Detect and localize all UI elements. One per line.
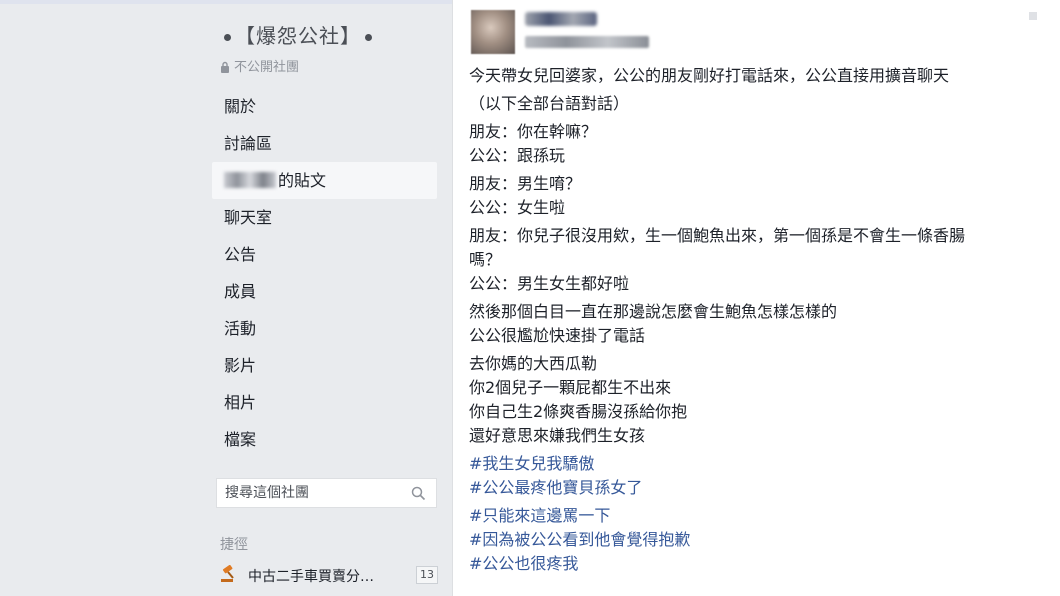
nav-label: 檔案 bbox=[224, 430, 257, 449]
nav-item-videos[interactable]: 影片 bbox=[212, 347, 437, 384]
post-card: 今天帶女兒回婆家，公公的朋友剛好打電話來，公公直接用擴音聊天 （以下全部台語對話）… bbox=[452, 0, 1060, 596]
group-search-box bbox=[216, 478, 437, 508]
nav-item-announcements[interactable]: 公告 bbox=[212, 236, 437, 273]
group-search-input[interactable] bbox=[225, 483, 405, 503]
nav-item-discussion[interactable]: 討論區 bbox=[212, 125, 437, 162]
bullet-dot bbox=[224, 34, 231, 41]
hashtag-link[interactable]: #只能來這邊罵一下 bbox=[469, 504, 1044, 528]
group-name-label: 【爆怨公社】 bbox=[235, 24, 361, 48]
nav-item-members[interactable]: 成員 bbox=[212, 273, 437, 310]
nav-item-about[interactable]: 關於 bbox=[212, 88, 437, 125]
notification-count-badge: 13 bbox=[416, 566, 438, 584]
post-text-line: 你自己生2條爽香腸沒孫給你抱 bbox=[469, 402, 688, 421]
group-nav: 關於 討論區 的貼文 聊天室 公告 成員 活動 影片 相片 檔案 bbox=[212, 88, 437, 458]
post-text-line: 公公很尷尬快速掛了電話 bbox=[469, 326, 646, 345]
nav-item-user-posts[interactable]: 的貼文 bbox=[212, 162, 437, 199]
hashtag-link[interactable]: #因為被公公看到他會覺得抱歉 bbox=[469, 528, 1044, 552]
nav-label: 關於 bbox=[224, 97, 257, 116]
shortcut-item[interactable]: 中古二手車買賣分… 13 bbox=[220, 562, 440, 588]
hashtag-group: #我生女兒我驕傲 #公公最疼他寶貝孫女了 bbox=[469, 452, 1044, 500]
post-text-line: 公公：女生啦 bbox=[469, 198, 566, 217]
author-avatar[interactable] bbox=[471, 10, 515, 54]
shortcut-label: 中古二手車買賣分… bbox=[248, 569, 374, 585]
post-paragraph: 朋友：你兒子很沒用欸，生一個鮑魚出來，第一個孫是不會生一條香腸 嗎？ 公公：男生女生… bbox=[469, 224, 1044, 296]
nav-item-chat[interactable]: 聊天室 bbox=[212, 199, 437, 236]
group-sidebar: 【爆怨公社】 不公開社團 關於 討論區 的貼文 聊天室 公告 成員 活動 影片 … bbox=[212, 0, 442, 596]
post-text-line: 朋友：你兒子很沒用欸，生一個鮑魚出來，第一個孫是不會生一條香腸 bbox=[469, 226, 966, 245]
post-text-line: 公公：男生女生都好啦 bbox=[469, 274, 630, 293]
hashtag-link[interactable]: #公公也很疼我 bbox=[469, 552, 1044, 576]
privacy-label: 不公開社團 bbox=[234, 60, 300, 75]
post-text-line: 還好意思來嫌我們生女孩 bbox=[469, 426, 646, 445]
post-paragraph: 今天帶女兒回婆家，公公的朋友剛好打電話來，公公直接用擴音聊天 bbox=[469, 64, 1044, 88]
post-paragraph: 去你媽的大西瓜勒你2個兒子一顆屁都生不出來 你自己生2條爽香腸沒孫給你抱 還好意思來… bbox=[469, 352, 1044, 448]
nav-item-photos[interactable]: 相片 bbox=[212, 384, 437, 421]
nav-label: 公告 bbox=[224, 245, 257, 264]
post-paragraph: 朋友：男生唷？ 公公：女生啦 bbox=[469, 172, 1044, 220]
search-icon[interactable] bbox=[411, 486, 426, 501]
nav-label: 影片 bbox=[224, 356, 257, 375]
shortcuts-title: 捷徑 bbox=[220, 537, 248, 553]
nav-label: 活動 bbox=[224, 319, 257, 338]
post-timestamp-redacted[interactable] bbox=[525, 36, 649, 48]
hashtag-group: #只能來這邊罵一下 #因為被公公看到他會覺得抱歉 #公公也很疼我 bbox=[469, 504, 1044, 576]
post-text-line: 朋友：男生唷？ bbox=[469, 174, 582, 193]
post-text-line: 你2個兒子一顆屁都生不出來 bbox=[469, 378, 672, 397]
nav-label: 相片 bbox=[224, 393, 257, 412]
post-text-line: 嗎？ bbox=[469, 250, 502, 269]
post-text-line: 然後那個白目一直在那邊說怎麼會生鮑魚怎樣怎樣的 bbox=[469, 302, 838, 321]
nav-label: 的貼文 bbox=[278, 171, 327, 190]
post-body: 今天帶女兒回婆家，公公的朋友剛好打電話來，公公直接用擴音聊天 （以下全部台語對話）… bbox=[469, 64, 1044, 580]
post-text-line: （以下全部台語對話） bbox=[469, 94, 630, 113]
post-text-line: 公公：跟孫玩 bbox=[469, 146, 566, 165]
hashtag-link[interactable]: #我生女兒我驕傲 bbox=[469, 452, 1044, 476]
nav-label: 討論區 bbox=[224, 134, 273, 153]
privacy-status: 不公開社團 bbox=[220, 56, 299, 75]
post-paragraph: 然後那個白目一直在那邊說怎麼會生鮑魚怎樣怎樣的 公公很尷尬快速掛了電話 bbox=[469, 300, 1044, 348]
post-text-line: 今天帶女兒回婆家，公公的朋友剛好打電話來，公公直接用擴音聊天 bbox=[469, 66, 950, 85]
post-paragraph: 朋友：你在幹嘛？ 公公：跟孫玩 bbox=[469, 120, 1044, 168]
nav-item-events[interactable]: 活動 bbox=[212, 310, 437, 347]
author-name-redacted[interactable] bbox=[525, 12, 597, 26]
post-paragraph: （以下全部台語對話） bbox=[469, 92, 1044, 116]
lock-icon bbox=[221, 61, 229, 73]
nav-label: 成員 bbox=[224, 282, 257, 301]
hashtag-link[interactable]: #公公最疼他寶貝孫女了 bbox=[469, 476, 1044, 500]
bullet-dot bbox=[365, 34, 372, 41]
post-options-icon[interactable] bbox=[1029, 12, 1037, 20]
post-text-line: 朋友：你在幹嘛？ bbox=[469, 122, 598, 141]
gavel-icon bbox=[221, 565, 234, 582]
nav-label: 聊天室 bbox=[224, 208, 273, 227]
group-name[interactable]: 【爆怨公社】 bbox=[220, 20, 376, 49]
nav-item-files[interactable]: 檔案 bbox=[212, 421, 437, 458]
redacted-username bbox=[224, 172, 276, 188]
post-text-line: 去你媽的大西瓜勒 bbox=[469, 354, 598, 373]
